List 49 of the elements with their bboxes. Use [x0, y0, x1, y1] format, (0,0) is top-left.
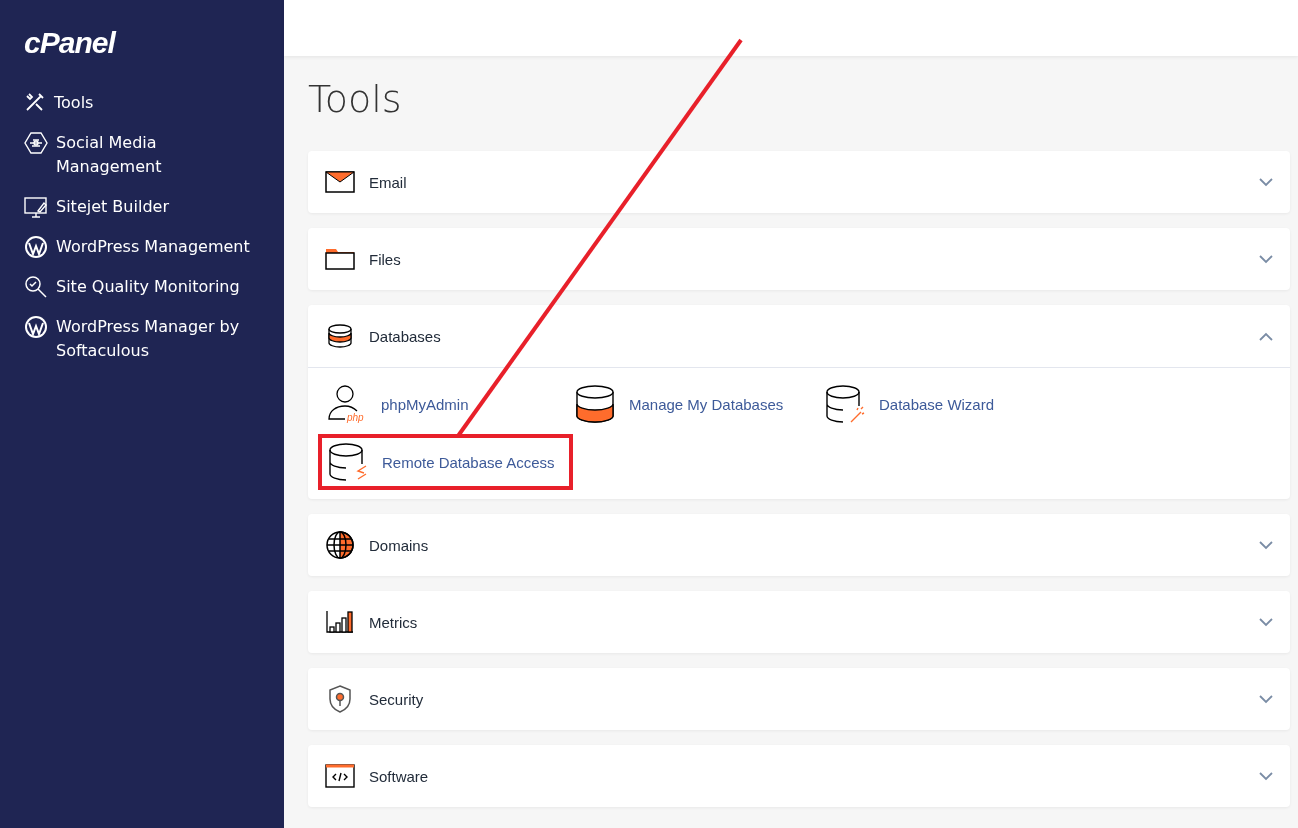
- section-header[interactable]: Databases: [308, 305, 1290, 367]
- sidebar-item[interactable]: WordPress Management: [24, 235, 252, 259]
- sidebar-item[interactable]: Site Quality Monitoring: [24, 275, 252, 299]
- chevron-icon[interactable]: [1259, 254, 1273, 264]
- section-title: Databases: [369, 327, 442, 345]
- wordpress-icon: [24, 235, 48, 259]
- section-header[interactable]: Metrics: [308, 591, 1290, 653]
- sidebar-item[interactable]: Sitejet Builder: [24, 195, 252, 219]
- chevron-icon[interactable]: [1259, 331, 1273, 341]
- section-header[interactable]: Email: [308, 151, 1290, 213]
- globe-icon: [325, 530, 355, 560]
- section-title: Metrics: [369, 613, 419, 631]
- chevron-icon[interactable]: [1259, 177, 1273, 187]
- section-header[interactable]: Security: [308, 668, 1290, 730]
- section-title: Email: [369, 173, 408, 191]
- shield-icon: [328, 685, 352, 713]
- section-title: Domains: [369, 536, 430, 554]
- section-title: Security: [369, 690, 425, 708]
- tools-icon: [24, 91, 46, 113]
- database-icon: [575, 384, 615, 424]
- tool-link[interactable]: Database Wizard: [819, 376, 1001, 432]
- folder-icon: [325, 248, 355, 270]
- section-header[interactable]: Files: [308, 228, 1290, 290]
- tool-link[interactable]: Manage My Databases: [569, 376, 790, 432]
- database-wand-icon: [825, 384, 865, 424]
- sidebar-item[interactable]: Social Media Management: [24, 131, 252, 179]
- section-header[interactable]: Domains: [308, 514, 1290, 576]
- page-title: Tools: [308, 76, 402, 123]
- bar-chart-icon: [326, 611, 354, 633]
- cpanel-logo[interactable]: cPanel: [0, 0, 284, 82]
- section-title: Files: [369, 250, 402, 268]
- database-remote-icon: [328, 442, 368, 482]
- section-title: Software: [369, 767, 430, 785]
- highlighted-tool-link[interactable]: Remote Database Access: [318, 434, 573, 490]
- code-window-icon: [325, 764, 355, 788]
- chevron-icon[interactable]: [1259, 617, 1273, 627]
- monitor-icon: [24, 195, 48, 219]
- section-header[interactable]: Software: [308, 745, 1290, 807]
- sidebar-item[interactable]: WordPress Manager by Softaculous: [24, 315, 252, 363]
- database-icon: [327, 324, 353, 348]
- envelope-icon: [325, 171, 355, 193]
- sidebar-item[interactable]: Tools: [24, 91, 252, 115]
- hexagon-icon: [24, 131, 48, 155]
- tool-link[interactable]: php phpMyAdmin: [319, 376, 475, 432]
- chevron-icon[interactable]: [1259, 540, 1273, 550]
- chevron-icon[interactable]: [1259, 771, 1273, 781]
- chevron-icon[interactable]: [1259, 694, 1273, 704]
- wordpress-icon: [24, 315, 48, 339]
- search-icon: [24, 275, 48, 299]
